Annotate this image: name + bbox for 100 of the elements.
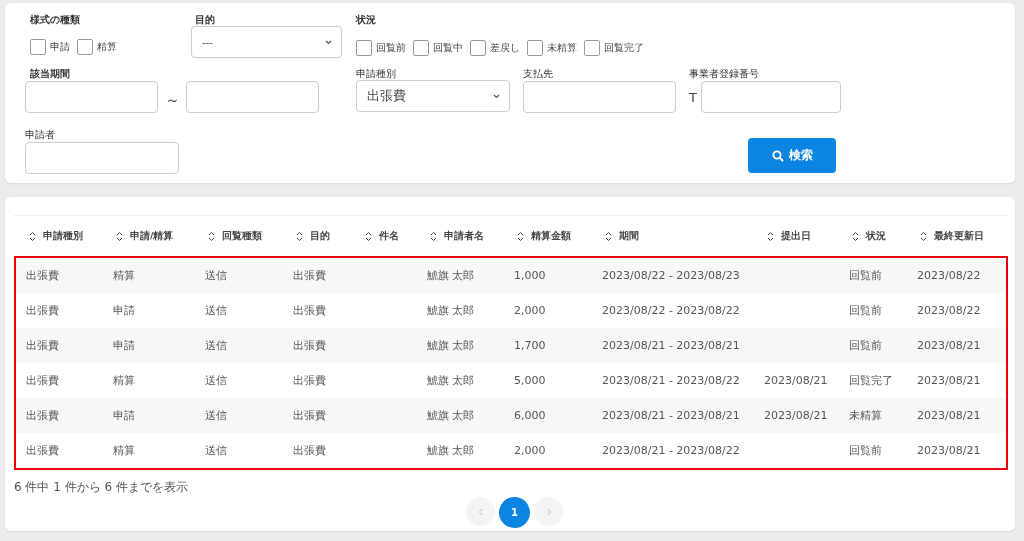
column-header[interactable]: 回覧種類 (193, 229, 281, 243)
table-cell: 出張費 (26, 374, 59, 387)
checkbox[interactable] (584, 40, 600, 56)
table-cell: 2023/08/21 (917, 339, 981, 352)
search-button[interactable]: 検索 (748, 138, 836, 173)
checkbox[interactable] (470, 40, 486, 56)
field-label: 支払先 (523, 67, 554, 81)
table-cell: 回覧前 (849, 444, 882, 457)
table-cell: 精算 (113, 444, 135, 457)
sort-icon (517, 230, 524, 242)
table-cell: 送信 (205, 444, 227, 457)
table-cell: 2023/08/22 - 2023/08/22 (602, 304, 740, 317)
checkbox[interactable] (356, 40, 372, 56)
table-cell: 2023/08/21 - 2023/08/21 (602, 339, 740, 352)
column-header[interactable]: 目的 (281, 229, 350, 243)
table-cell: 申請 (113, 339, 135, 352)
field-label: 申請者 (25, 128, 56, 142)
column-header[interactable]: 精算金額 (502, 229, 590, 243)
table-cell: 6,000 (514, 409, 546, 422)
result-summary: 6 件中 1 件から 6 件までを表示 (14, 480, 189, 495)
table-cell: 2023/08/21 (764, 409, 828, 422)
column-header[interactable]: 申請者名 (415, 229, 502, 243)
table-cell: 2023/08/21 (764, 374, 828, 387)
sort-icon (296, 230, 303, 242)
table-cell: 出張費 (293, 374, 326, 387)
table-cell: 精算 (113, 269, 135, 282)
applicant-input[interactable] (25, 142, 179, 174)
table-cell: 2023/08/21 - 2023/08/21 (602, 409, 740, 422)
checkbox[interactable] (77, 39, 93, 55)
table-cell: 鯱旗 太郎 (427, 304, 475, 317)
table-cell: 1,700 (514, 339, 546, 352)
table-cell: 回覧完了 (849, 374, 893, 387)
column-header[interactable]: 申請種別 (14, 229, 101, 243)
field-label: 状況 (356, 13, 377, 27)
prefix-label: T (689, 89, 698, 105)
column-header[interactable]: 件名 (350, 229, 415, 243)
sort-icon (920, 230, 927, 242)
table-cell: 申請 (113, 304, 135, 317)
checkbox[interactable] (527, 40, 543, 56)
checkbox-label: 差戻し (490, 41, 520, 55)
table-cell: 鯱旗 太郎 (427, 374, 475, 387)
table-cell: 送信 (205, 269, 227, 282)
range-separator: ～ (163, 89, 181, 110)
table-cell: 出張費 (293, 269, 326, 282)
table-cell: 2023/08/21 - 2023/08/22 (602, 374, 740, 387)
table-cell: 送信 (205, 339, 227, 352)
table-cell: 出張費 (26, 339, 59, 352)
table-cell: 2,000 (514, 304, 546, 317)
table-cell: 出張費 (293, 444, 326, 457)
field-label: 該当期間 (29, 67, 71, 81)
chevron-left-icon (477, 507, 484, 516)
sort-icon (208, 230, 215, 242)
table-cell: 出張費 (26, 409, 59, 422)
table-cell: 2023/08/21 (917, 374, 981, 387)
column-header[interactable]: 期間 (590, 229, 752, 243)
table-cell: 出張費 (293, 339, 326, 352)
purpose-select[interactable]: --- (191, 26, 342, 58)
caret-icon (325, 39, 332, 45)
checkbox[interactable] (30, 39, 46, 55)
table-cell: 出張費 (26, 444, 59, 457)
checkbox-label: 申請 (50, 40, 70, 54)
table-cell: 送信 (205, 409, 227, 422)
table-cell: 申請 (113, 409, 135, 422)
date-input[interactable] (186, 81, 319, 113)
table-cell: 出張費 (293, 304, 326, 317)
table-cell: 回覧前 (849, 269, 882, 282)
table-cell: 1,000 (514, 269, 546, 282)
field-label: 目的 (194, 13, 216, 27)
table-cell: 未精算 (849, 409, 882, 422)
table-cell: 2,000 (514, 444, 546, 457)
field-label: 事業者登録番号 (689, 67, 760, 81)
table-cell: 精算 (113, 374, 135, 387)
table-cell: 2023/08/22 (917, 304, 981, 317)
field-label: 様式の種類 (29, 13, 81, 27)
table-cell: 2023/08/21 (917, 444, 981, 457)
column-header[interactable]: 最終更新日 (905, 229, 1007, 243)
registration-number-input[interactable] (701, 81, 841, 113)
date-input[interactable] (25, 81, 158, 113)
payee-input[interactable] (523, 81, 676, 113)
sort-icon (767, 230, 774, 242)
table-cell: 送信 (205, 304, 227, 317)
sort-icon (365, 230, 372, 242)
table-cell: 送信 (205, 374, 227, 387)
column-header[interactable]: 申請/精算 (101, 229, 193, 243)
column-header[interactable]: 提出日 (752, 229, 837, 243)
table-cell: 2023/08/22 - 2023/08/23 (602, 269, 740, 282)
checkbox-label: 回覧中 (433, 41, 463, 55)
checkbox[interactable] (413, 40, 429, 56)
application-type-select[interactable]: 出張費 (356, 80, 510, 112)
sort-icon (430, 230, 437, 242)
page-button[interactable]: 1 (499, 497, 530, 528)
sort-icon (852, 230, 859, 242)
caret-icon (493, 93, 500, 99)
checkbox-label: 精算 (97, 40, 117, 54)
column-header[interactable]: 状況 (837, 229, 905, 243)
field-label: 申請種別 (356, 67, 397, 81)
chevron-right-icon (545, 507, 552, 516)
table-cell: 2023/08/21 (917, 409, 981, 422)
table-cell: 5,000 (514, 374, 546, 387)
checkbox-label: 回覧前 (376, 41, 406, 55)
